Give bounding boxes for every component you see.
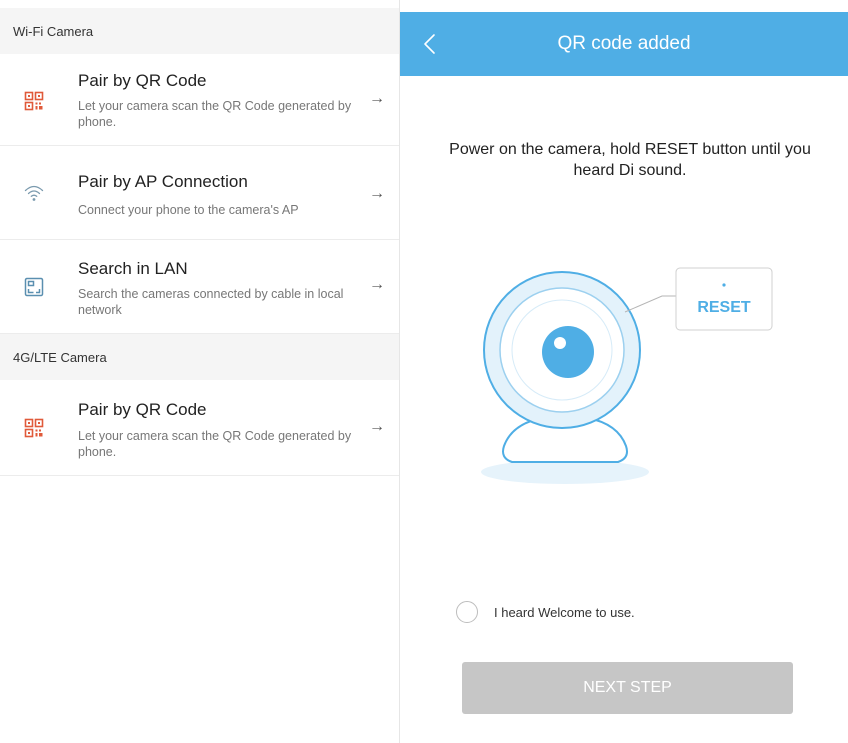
base-shadow bbox=[481, 460, 649, 484]
next-step-button[interactable]: NEXT STEP bbox=[462, 662, 793, 714]
option-lte-pair-by-qr-code[interactable]: Pair by QR Code Let your camera scan the… bbox=[0, 380, 399, 476]
option-title: Pair by QR Code bbox=[78, 400, 207, 419]
pairing-methods-screen: Wi-Fi Camera Pair by QR Code Let your ca… bbox=[0, 0, 399, 743]
option-pair-by-qr-code[interactable]: Pair by QR Code Let your camera scan the… bbox=[0, 54, 399, 146]
reset-label: RESET bbox=[697, 299, 751, 316]
section-header-label: Wi-Fi Camera bbox=[13, 23, 94, 39]
arrow-right-icon: → bbox=[369, 418, 385, 435]
camera-illustration: RESET bbox=[481, 267, 773, 484]
qr-code-added-screen: QR code added Power on the camera, hold … bbox=[400, 0, 848, 743]
callout-line bbox=[624, 295, 676, 313]
app-bar: QR code added bbox=[400, 12, 848, 76]
option-title: Pair by QR Code bbox=[78, 71, 207, 90]
status-bar bbox=[400, 0, 848, 12]
option-description: Search the cameras connected by cable in… bbox=[78, 287, 344, 317]
camera-lens bbox=[542, 326, 594, 378]
qr-code-icon bbox=[24, 418, 44, 438]
confirm-heard-checkbox[interactable]: I heard Welcome to use. bbox=[456, 600, 635, 624]
chevron-left-icon[interactable] bbox=[414, 28, 446, 60]
radio-circle-icon[interactable] bbox=[456, 601, 478, 623]
section-header-wifi-camera: Wi-Fi Camera bbox=[0, 8, 399, 54]
arrow-right-icon: → bbox=[369, 90, 385, 107]
arrow-right-icon: → bbox=[369, 185, 385, 202]
lan-icon bbox=[24, 277, 44, 297]
option-pair-by-ap-connection[interactable]: Pair by AP Connection Connect your phone… bbox=[0, 146, 399, 240]
wifi-icon bbox=[24, 185, 44, 201]
option-description: Let your camera scan the QR Code generat… bbox=[78, 429, 352, 459]
option-description: Let your camera scan the QR Code generat… bbox=[78, 99, 352, 129]
qr-code-icon bbox=[24, 91, 44, 111]
lens-highlight bbox=[554, 337, 566, 349]
option-description: Connect your phone to the camera's AP bbox=[78, 203, 299, 217]
instruction-text: Power on the camera, hold RESET button u… bbox=[449, 141, 811, 179]
page-title: QR code added bbox=[557, 33, 691, 54]
option-title: Search in LAN bbox=[78, 259, 188, 278]
option-search-in-lan[interactable]: Search in LAN Search the cameras connect… bbox=[0, 240, 399, 334]
section-header-4g-lte-camera: 4G/LTE Camera bbox=[0, 334, 399, 380]
option-title: Pair by AP Connection bbox=[78, 172, 248, 191]
reset-hole-icon bbox=[722, 283, 726, 287]
arrow-right-icon: → bbox=[369, 276, 385, 293]
section-header-label: 4G/LTE Camera bbox=[13, 349, 107, 365]
confirm-label: I heard Welcome to use. bbox=[494, 604, 635, 620]
